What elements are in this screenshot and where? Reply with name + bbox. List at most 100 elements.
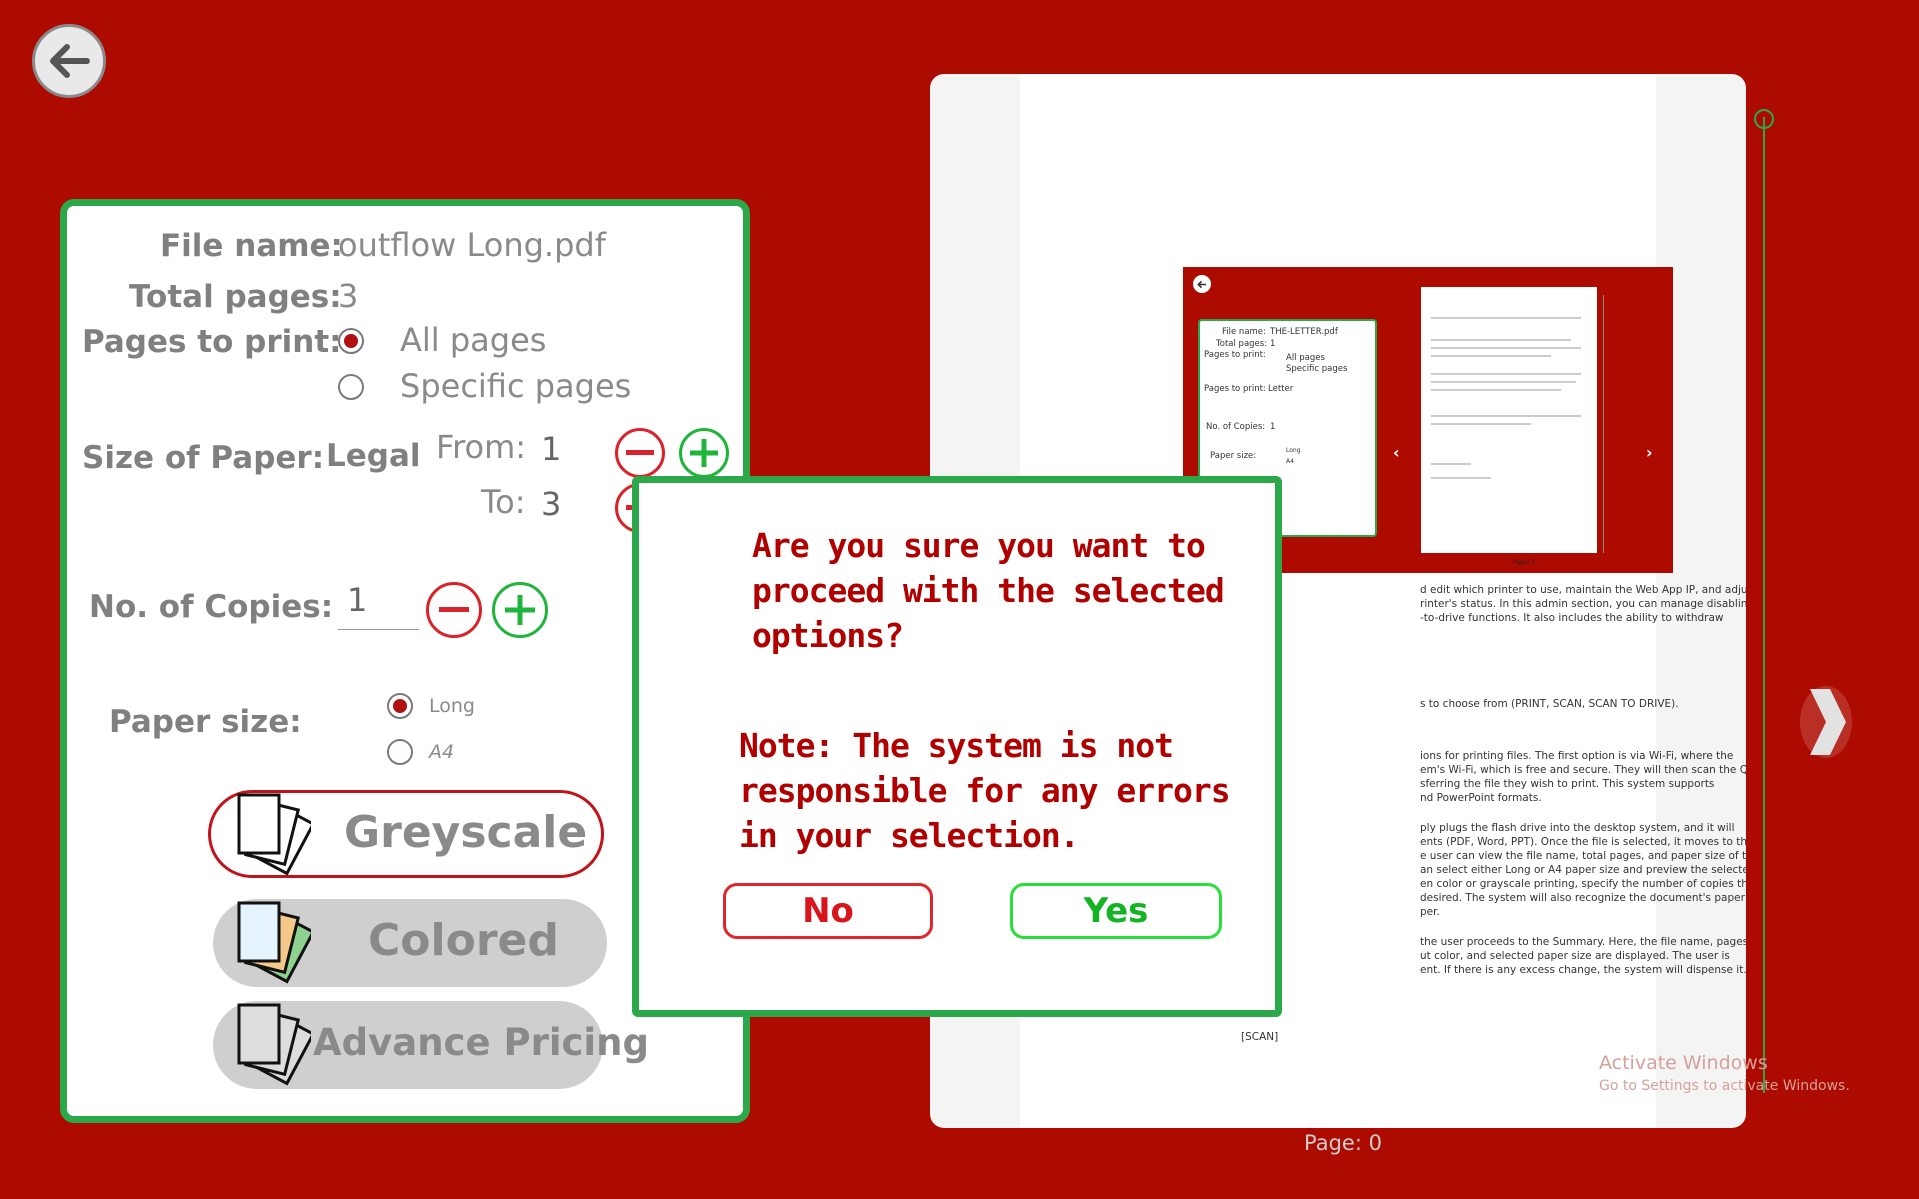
all-pages-radio[interactable] — [338, 328, 364, 354]
confirmation-dialog: Are you sure you want to proceed with the… — [632, 476, 1282, 1017]
document-text-line: per. — [1420, 906, 1440, 918]
dialog-question-line: Are you sure you want to — [752, 526, 1206, 565]
specific-pages-radio[interactable] — [338, 374, 364, 400]
thumb-text-line — [1431, 389, 1561, 391]
from-value[interactable]: 1 — [541, 430, 561, 468]
copies-value[interactable]: 1 — [347, 581, 367, 619]
to-value[interactable]: 3 — [541, 485, 561, 523]
pages-to-print-label: Pages to print: — [82, 324, 342, 360]
page-number-label: Page: 0 — [1304, 1131, 1382, 1155]
thumb-text-line — [1431, 415, 1581, 417]
thumb-back-button — [1193, 275, 1211, 293]
thumb-copies-value: 1 — [1270, 422, 1276, 432]
document-text-line: an select either Long or A4 paper size a… — [1420, 864, 1746, 876]
specific-pages-label: Specific pages — [400, 367, 632, 405]
plus-icon — [505, 595, 535, 625]
document-text-line: ply plugs the flash drive into the deskt… — [1420, 822, 1735, 834]
thumb-text-line — [1431, 339, 1571, 341]
document-text-line: -to-drive functions. It also includes th… — [1420, 612, 1724, 624]
minus-icon — [626, 450, 654, 455]
file-name-label: File name: — [160, 228, 343, 264]
thumb-document-page — [1421, 287, 1597, 553]
thumb-next-icon: › — [1646, 443, 1653, 462]
paper-long-label: Long — [429, 695, 475, 717]
no-button[interactable]: No — [723, 883, 933, 939]
thumb-paper-long: Long — [1286, 447, 1301, 454]
document-text-line: sferring the file they wish to print. Th… — [1420, 778, 1715, 790]
document-text-line: ents (PDF, Word, PPT). Once the file is … — [1420, 836, 1746, 848]
next-page-button[interactable] — [1800, 686, 1852, 758]
total-pages-label: Total pages: — [129, 279, 342, 315]
thumb-text-line — [1431, 317, 1581, 319]
thumb-all-pages: All pages — [1286, 353, 1325, 363]
thumb-paper-a4: A4 — [1286, 458, 1294, 465]
thumb-text-line — [1431, 477, 1491, 479]
document-text-line: ions for printing files. The first optio… — [1420, 750, 1734, 762]
document-text-line: rinter's status. In this admin section, … — [1420, 598, 1746, 610]
scroll-handle[interactable] — [1754, 109, 1774, 129]
paper-a4-radio[interactable] — [387, 739, 413, 765]
thumb-text-line — [1431, 463, 1471, 465]
document-text-line: em's Wi-Fi, which is free and secure. Th… — [1420, 764, 1746, 776]
arrow-left-icon — [1197, 280, 1207, 288]
all-pages-label: All pages — [400, 321, 547, 359]
thumb-prev-icon: ‹ — [1393, 443, 1400, 462]
watermark-title: Activate Windows — [1599, 1052, 1768, 1074]
dialog-note-line: in your selection. — [739, 816, 1080, 855]
copies-decrement-button[interactable] — [426, 582, 482, 638]
paper-size-option-label: Paper size: — [109, 704, 302, 740]
thumb-text-line — [1431, 373, 1581, 375]
watermark-subtitle: Go to Settings to activate Windows. — [1599, 1078, 1850, 1094]
thumb-text-line — [1431, 423, 1531, 425]
dialog-question: Are you sure you want to proceed with the… — [752, 523, 1225, 658]
paper-a4-label: A4 — [429, 741, 455, 763]
document-text-line: nd PowerPoint formats. — [1420, 792, 1542, 804]
thumb-size-value: Letter — [1268, 384, 1294, 394]
from-increment-button[interactable] — [679, 428, 729, 478]
copies-increment-button[interactable] — [492, 582, 548, 638]
thumb-text-line — [1431, 381, 1576, 383]
paper-stack-icon — [237, 793, 311, 876]
thumb-total-pages: 1 — [1270, 339, 1276, 349]
thumb-specific-pages: Specific pages — [1286, 364, 1348, 374]
thumb-file-name: THE-LETTER.pdf — [1270, 327, 1338, 337]
to-label: To: — [481, 483, 526, 521]
dialog-note: Note: The system is not responsible for a… — [739, 723, 1231, 858]
copies-label: No. of Copies: — [89, 589, 334, 625]
paper-size-label: Size of Paper: — [82, 440, 325, 476]
thumb-scrollbar — [1603, 295, 1604, 553]
document-text-line: e user can view the file name, total pag… — [1420, 850, 1746, 862]
document-text-line: d edit which printer to use, maintain th… — [1420, 584, 1746, 596]
from-decrement-button[interactable] — [615, 428, 665, 478]
advance-pricing-label: Advance Pricing — [313, 1021, 649, 1064]
back-button[interactable] — [32, 24, 106, 98]
document-text-line: desired. The system will also recognize … — [1420, 892, 1745, 904]
dialog-note-line: responsible for any errors — [739, 771, 1231, 810]
paper-size-value: Legal — [326, 438, 421, 474]
paper-long-radio[interactable] — [387, 693, 413, 719]
scroll-track[interactable] — [1763, 117, 1765, 1093]
document-text-line: s to choose from (PRINT, SCAN, SCAN TO D… — [1420, 698, 1679, 710]
thumb-copies-label: No. of Copies: — [1206, 422, 1266, 432]
thumb-text-line — [1431, 355, 1551, 357]
thumb-pages-to-print-label: Pages to print: — [1204, 350, 1266, 360]
scan-label: [SCAN] — [1241, 1031, 1279, 1043]
advance-pricing-button[interactable]: Advance Pricing — [213, 1001, 649, 1089]
greyscale-label: Greyscale — [344, 807, 588, 858]
thumb-file-name-label: File name: — [1222, 327, 1266, 337]
thumb-page-label: Page: 1 — [1513, 559, 1536, 566]
colored-button[interactable]: Colored — [213, 899, 607, 987]
from-label: From: — [436, 428, 527, 466]
document-text-line: the user proceeds to the Summary. Here, … — [1420, 936, 1746, 948]
document-text-line: ut color, and selected paper size are di… — [1420, 950, 1730, 962]
total-pages-value: 3 — [338, 277, 359, 315]
yes-button[interactable]: Yes — [1010, 883, 1222, 939]
thumb-size-label: Pages to print: — [1204, 384, 1266, 394]
thumb-paper-size-label: Paper size: — [1210, 451, 1257, 461]
thumb-text-line — [1431, 347, 1581, 349]
greyscale-button[interactable]: Greyscale — [208, 790, 604, 878]
plus-icon — [690, 439, 718, 467]
colored-paper-stack-icon — [237, 901, 311, 984]
file-name-value: outflow Long.pdf — [338, 226, 606, 264]
chevron-right-icon — [1810, 689, 1846, 755]
